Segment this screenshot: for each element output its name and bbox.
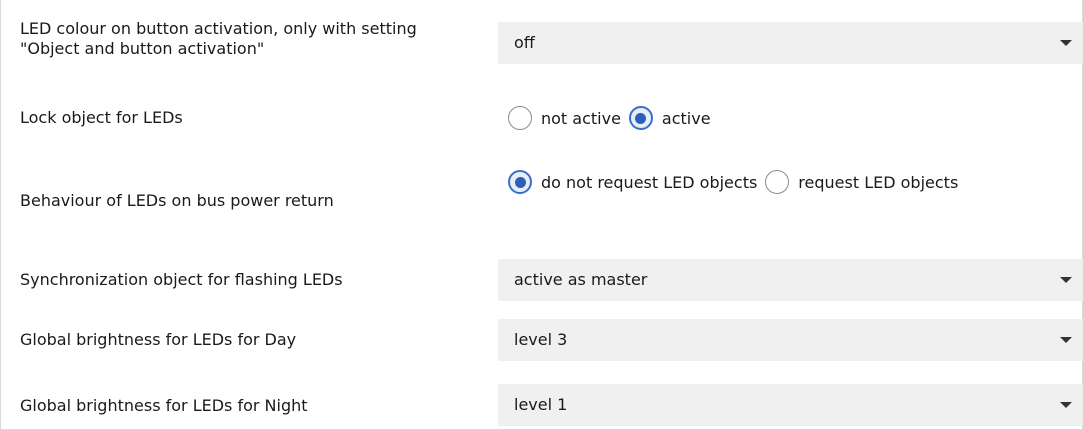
brightness-day-dropdown[interactable]: level 3 (498, 319, 1083, 361)
bus-power-option-request-label: request LED objects (798, 172, 959, 192)
brightness-night-dropdown[interactable]: level 1 (498, 384, 1083, 426)
bus-power-option-do-not-request-label: do not request LED objects (541, 172, 758, 192)
lock-object-option-active-label: active (661, 108, 711, 128)
brightness-day-label: Global brightness for LEDs for Day (20, 330, 297, 349)
chevron-down-icon (1060, 40, 1072, 46)
radio-checked-icon[interactable] (628, 106, 653, 130)
lock-object-label: Lock object for LEDs (20, 108, 183, 127)
sync-object-value: active as master (514, 270, 648, 289)
led-colour-value: off (514, 33, 535, 52)
lock-object-option-not-active[interactable]: not active (508, 106, 621, 130)
bus-power-option-request[interactable]: request LED objects (765, 170, 958, 194)
brightness-day-value: level 3 (514, 330, 568, 349)
bus-power-return-radio-group: do not request LED objects request LED o… (508, 168, 966, 196)
chevron-down-icon (1060, 277, 1072, 283)
chevron-down-icon (1060, 402, 1072, 408)
led-colour-label-line2: "Object and button activation" (20, 39, 265, 58)
led-colour-label-line1: LED colour on button activation, only wi… (20, 19, 417, 38)
bus-power-option-do-not-request[interactable]: do not request LED objects (508, 170, 757, 194)
lock-object-option-active[interactable]: active (628, 106, 711, 130)
brightness-night-label: Global brightness for LEDs for Night (20, 396, 308, 415)
parameter-panel: LED colour on button activation, only wi… (0, 0, 1083, 430)
bus-power-return-label: Behaviour of LEDs on bus power return (20, 191, 334, 210)
sync-object-label: Synchronization object for flashing LEDs (20, 270, 343, 289)
radio-unchecked-icon[interactable] (508, 106, 532, 130)
sync-object-dropdown[interactable]: active as master (498, 259, 1083, 301)
lock-object-radio-group: not active active (508, 104, 719, 132)
brightness-night-value: level 1 (514, 395, 568, 414)
lock-object-option-not-active-label: not active (541, 108, 621, 128)
radio-checked-icon[interactable] (508, 170, 532, 194)
chevron-down-icon (1060, 337, 1072, 343)
led-colour-dropdown[interactable]: off (498, 22, 1083, 64)
led-colour-label: LED colour on button activation, only wi… (20, 19, 417, 59)
radio-unchecked-icon[interactable] (765, 170, 790, 194)
